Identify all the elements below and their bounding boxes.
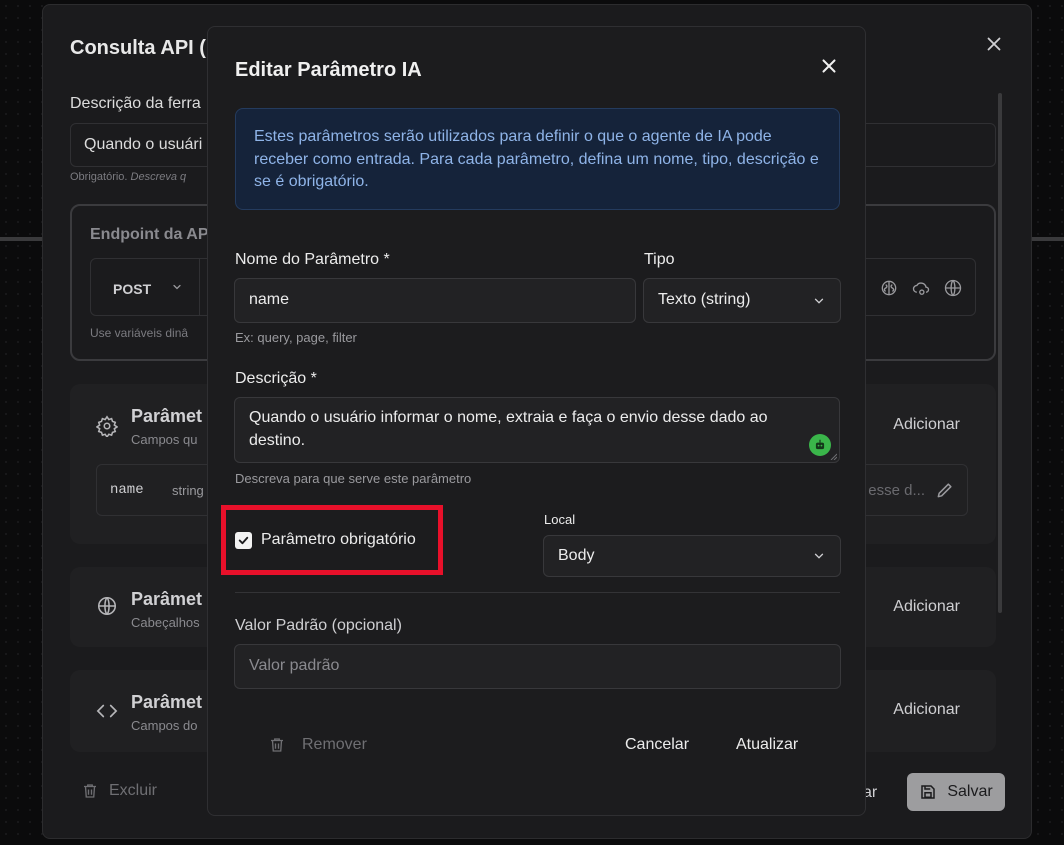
param-name: name — [110, 482, 144, 498]
api-tool-title: Consulta API ( — [70, 37, 206, 59]
chevron-down-icon — [173, 284, 181, 290]
save-button[interactable]: Salvar — [907, 773, 1005, 811]
section-title: Parâmet — [131, 692, 203, 712]
code-icon — [96, 704, 118, 718]
pencil-icon[interactable] — [935, 480, 955, 500]
globe-icon[interactable] — [943, 278, 963, 298]
gear-icon — [96, 415, 118, 437]
section-title: Parâmet — [131, 406, 203, 426]
method-separator — [199, 259, 200, 315]
http-method-select[interactable]: POST — [113, 281, 151, 297]
section-subtitle: Campos qu — [131, 432, 198, 447]
close-icon[interactable] — [983, 33, 1005, 55]
trash-icon — [84, 784, 96, 798]
type-label: Tipo — [644, 251, 675, 268]
edit-param-dialog: Editar Parâmetro IA Estes parâmetros ser… — [207, 26, 866, 816]
add-header-param-button[interactable]: Adicionar — [893, 598, 960, 616]
update-button[interactable]: Atualizar — [736, 736, 798, 754]
required-label[interactable]: Parâmetro obrigatório — [261, 531, 416, 549]
param-name-label: Nome do Parâmetro * — [235, 251, 390, 268]
endpoint-label: Endpoint da AP — [90, 226, 209, 243]
section-title: Parâmet — [131, 589, 203, 609]
description-textarea[interactable]: Quando o usuário informar o nome, extrai… — [234, 397, 840, 463]
param-type: string — [172, 483, 204, 498]
trash-icon — [271, 738, 283, 752]
location-label: Local — [544, 512, 576, 527]
section-subtitle: Campos do — [131, 718, 198, 733]
default-value-input[interactable]: Valor padrão — [234, 644, 841, 689]
dialog-title: Editar Parâmetro IA — [235, 59, 422, 81]
info-banner: Estes parâmetros serão utilizados para d… — [235, 108, 840, 210]
remove-button[interactable]: Remover — [268, 736, 367, 754]
endpoint-hint: Use variáveis dinâ — [90, 326, 189, 340]
add-body-param-button[interactable]: Adicionar — [893, 701, 960, 719]
globe-icon — [97, 596, 117, 616]
type-select[interactable]: Texto (string) — [643, 278, 841, 323]
close-icon[interactable] — [818, 55, 840, 77]
cloud-sync-icon[interactable] — [911, 278, 931, 298]
save-icon — [921, 785, 936, 799]
default-value-label: Valor Padrão (opcional) — [235, 617, 402, 634]
param-description: esse d... — [868, 482, 925, 499]
cancel-button[interactable]: Cancelar — [625, 736, 689, 754]
scrollbar[interactable] — [998, 93, 1002, 613]
description-label: Descrição * — [235, 370, 317, 387]
section-subtitle: Cabeçalhos — [131, 615, 200, 630]
description-hint: Descreva para que serve este parâmetro — [235, 471, 472, 486]
robot-icon[interactable] — [809, 434, 831, 456]
brain-icon[interactable] — [879, 278, 899, 298]
tool-description-hint: Obrigatório. Descreva q — [70, 171, 187, 183]
delete-tool-button[interactable]: Excluir — [81, 782, 157, 800]
add-query-param-button[interactable]: Adicionar — [893, 416, 960, 434]
param-name-input[interactable]: name — [234, 278, 636, 323]
resize-handle-icon[interactable] — [829, 452, 837, 460]
tool-description-label: Descrição da ferra — [70, 95, 201, 112]
divider — [235, 592, 840, 593]
chevron-down-icon — [814, 553, 824, 559]
chevron-down-icon — [814, 298, 824, 304]
location-select[interactable]: Body — [543, 535, 841, 577]
param-name-hint: Ex: query, page, filter — [235, 330, 357, 345]
required-checkbox[interactable] — [235, 532, 252, 549]
checkmark-icon — [238, 536, 249, 545]
